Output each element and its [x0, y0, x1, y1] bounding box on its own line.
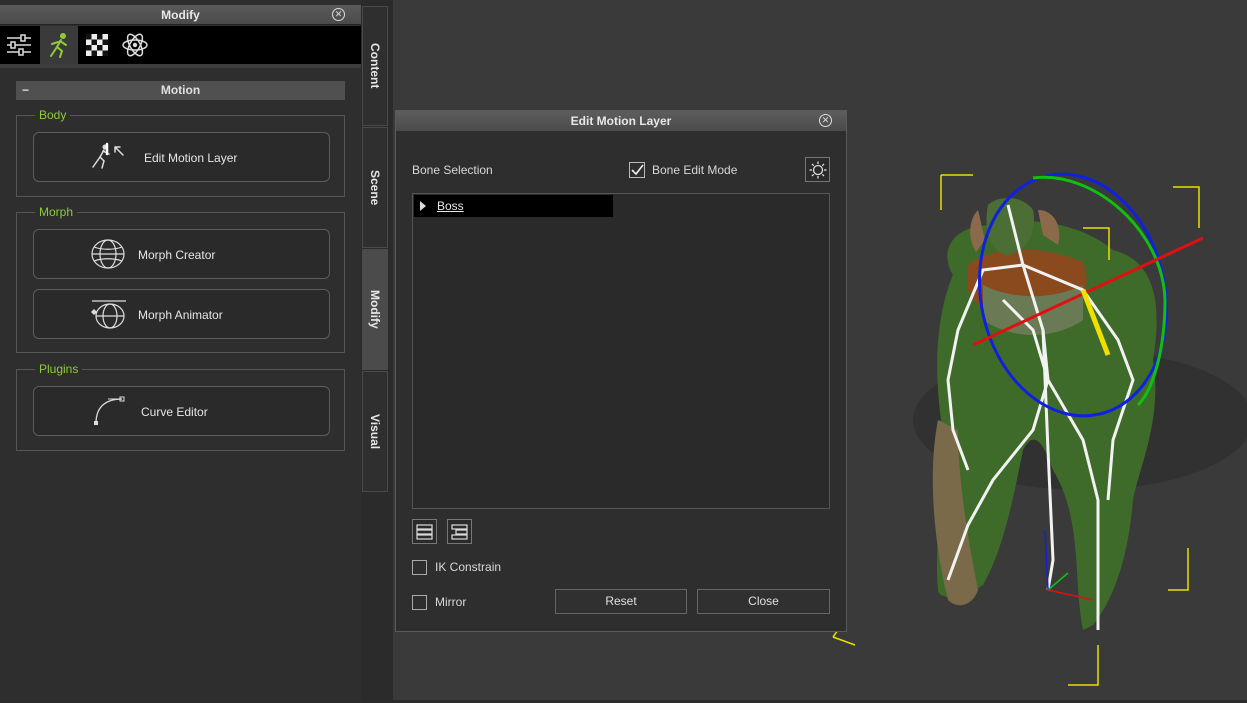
- curve-editor-button[interactable]: Curve Editor: [33, 386, 330, 436]
- morph-animator-button[interactable]: Morph Animator: [33, 289, 330, 339]
- tab-scene-label: Scene: [368, 169, 382, 206]
- origin-axis-z: [1044, 529, 1049, 591]
- panel-close-icon[interactable]: ✕: [332, 8, 345, 21]
- tree-item-boss[interactable]: Boss: [414, 195, 613, 217]
- bone-edit-mode-checkbox[interactable]: [629, 162, 645, 178]
- plugins-group: Plugins Curve Editor: [16, 362, 345, 451]
- tab-scene[interactable]: Scene: [362, 127, 388, 248]
- edit-motion-layer-dialog: Edit Motion Layer ✕ Bone Selection Bone …: [395, 110, 847, 632]
- curve-editor-label: Curve Editor: [141, 405, 208, 419]
- reset-button[interactable]: Reset: [555, 589, 687, 614]
- close-button[interactable]: Close: [697, 589, 830, 614]
- panel-title: Modify: [0, 5, 361, 25]
- ik-constrain-checkbox[interactable]: [412, 560, 427, 575]
- mirror-label: Mirror: [435, 595, 467, 609]
- mirror-checkbox[interactable]: [412, 595, 427, 610]
- modify-toolbar: [0, 26, 361, 64]
- edit-motion-layer-button[interactable]: Edit Motion Layer: [33, 132, 330, 182]
- motion-section-title: Motion: [160, 83, 201, 97]
- morph-group: Morph Morph Creator Morph Animator: [16, 205, 345, 353]
- tab-content-label: Content: [368, 43, 382, 89]
- curve-editor-icon: [94, 396, 125, 425]
- expand-arrow-icon[interactable]: [420, 201, 426, 211]
- collapse-icon[interactable]: −: [22, 81, 29, 100]
- morph-creator-button[interactable]: Morph Creator: [33, 229, 330, 279]
- bone-tree[interactable]: Boss: [412, 193, 830, 509]
- sliders-icon[interactable]: [0, 26, 38, 64]
- tree-item-label: Boss: [437, 199, 464, 213]
- modify-panel: Modify ✕ − Motion Body Edit Motion Layer…: [0, 0, 361, 700]
- tab-content[interactable]: Content: [362, 6, 388, 126]
- tab-visual[interactable]: Visual: [362, 371, 388, 492]
- morph-creator-icon: [91, 239, 125, 269]
- body-group: Body Edit Motion Layer: [16, 108, 345, 197]
- bone-selection-label: Bone Selection: [412, 163, 493, 177]
- sun-icon: [809, 161, 826, 178]
- group-label-body: Body: [35, 108, 71, 122]
- ik-constrain-label: IK Constrain: [435, 560, 502, 574]
- dialog-title[interactable]: Edit Motion Layer: [396, 111, 846, 131]
- edit-motion-layer-icon: [92, 142, 124, 169]
- collapse-all-button[interactable]: [447, 519, 472, 544]
- morph-animator-icon: [91, 300, 126, 329]
- toolbar-divider: [0, 64, 361, 68]
- bone-settings-button[interactable]: [805, 157, 830, 182]
- morph-animator-label: Morph Animator: [138, 308, 223, 322]
- motion-runner-icon[interactable]: [40, 26, 78, 64]
- edit-motion-layer-label: Edit Motion Layer: [144, 151, 238, 165]
- checkmark-icon: [631, 164, 644, 176]
- tab-modify-label: Modify: [368, 290, 382, 329]
- expand-all-icon: [416, 524, 433, 540]
- group-label-plugins: Plugins: [35, 362, 83, 376]
- tab-modify[interactable]: Modify: [362, 249, 388, 370]
- expand-all-button[interactable]: [412, 519, 437, 544]
- atom-physics-icon[interactable]: [116, 26, 154, 64]
- checker-material-icon[interactable]: [78, 26, 116, 64]
- motion-section-header[interactable]: − Motion: [16, 81, 345, 100]
- bone-edit-mode-label: Bone Edit Mode: [652, 163, 738, 177]
- morph-creator-label: Morph Creator: [138, 248, 216, 262]
- tab-visual-label: Visual: [368, 413, 382, 450]
- group-label-morph: Morph: [35, 205, 78, 219]
- collapse-all-icon: [451, 524, 468, 540]
- dialog-close-icon[interactable]: ✕: [819, 114, 832, 127]
